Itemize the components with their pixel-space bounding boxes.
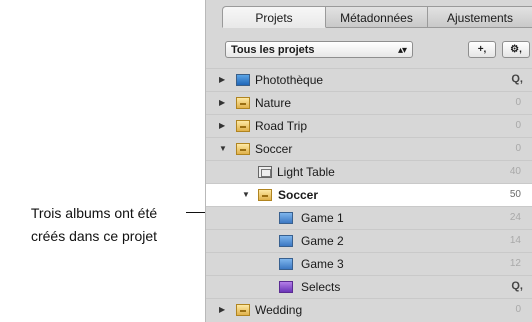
inspector-tabs: Projets Métadonnées Ajustements <box>222 6 532 28</box>
tree-row-game-1[interactable]: Game 1 24 <box>206 206 532 230</box>
annotation-callout: Trois albums ont été créés dans ce proje… <box>4 202 184 248</box>
tree-row-label: Nature <box>255 96 292 110</box>
disclosure-triangle-icon[interactable]: ▶ <box>219 75 225 84</box>
item-count: 40 <box>509 166 521 177</box>
tree-row-label: Soccer <box>255 142 293 156</box>
project-filter-value: Tous les projets <box>231 44 315 56</box>
item-count: 24 <box>509 212 521 223</box>
project-icon <box>236 143 250 155</box>
add-item-button[interactable]: +, <box>468 41 496 58</box>
smart-album-icon <box>279 281 293 293</box>
item-count: 0 <box>515 143 521 154</box>
tree-row-game-3[interactable]: Game 3 12 <box>206 252 532 276</box>
project-icon <box>236 120 250 132</box>
tree-row-label: Photothèque <box>255 73 324 87</box>
project-icon <box>236 97 250 109</box>
tree-row-label: Soccer <box>278 188 319 202</box>
disclosure-triangle-expanded-icon[interactable]: ▼ <box>242 190 250 199</box>
tree-row-label: Game 1 <box>301 211 344 225</box>
disclosure-triangle-icon[interactable]: ▶ <box>219 305 225 314</box>
project-filter-select[interactable]: Tous les projets ▴▾ <box>225 41 413 58</box>
project-icon <box>236 304 250 316</box>
disclosure-triangle-icon[interactable]: ▶ <box>219 121 225 130</box>
annotation-line-1: Trois albums ont été <box>30 205 158 221</box>
search-icon[interactable]: Q, <box>511 280 523 292</box>
tree-row-label: Game 3 <box>301 257 344 271</box>
album-icon <box>279 235 293 247</box>
tab-metadonnees[interactable]: Métadonnées <box>326 6 428 28</box>
updown-arrows-icon: ▴▾ <box>397 45 407 56</box>
item-count: 0 <box>515 97 521 108</box>
item-count: 14 <box>509 235 521 246</box>
item-count: 50 <box>509 189 521 200</box>
annotation-line-2: créés dans ce projet <box>30 228 158 244</box>
tree-row-nature[interactable]: ▶ Nature 0 <box>206 91 532 115</box>
tree-row-label: Selects <box>301 280 341 294</box>
tree-row-label: Game 2 <box>301 234 344 248</box>
tree-row-soccer-folder[interactable]: ▼ Soccer 0 <box>206 137 532 161</box>
library-icon <box>236 74 250 86</box>
tree-row-phototheque[interactable]: ▶ Photothèque Q, <box>206 68 532 92</box>
light-table-icon <box>258 166 272 178</box>
tree-row-label: Light Table <box>277 165 335 179</box>
tree-row-light-table[interactable]: Light Table 40 <box>206 160 532 184</box>
action-gear-button[interactable]: ⚙, <box>502 41 530 58</box>
item-count: 12 <box>509 258 521 269</box>
tab-projets[interactable]: Projets <box>222 6 326 28</box>
album-icon <box>279 212 293 224</box>
tree-row-label: Road Trip <box>255 119 308 133</box>
item-count: 0 <box>515 304 521 315</box>
tree-row-label: Wedding <box>255 303 303 317</box>
tree-row-selects[interactable]: Selects Q, <box>206 275 532 299</box>
tree-row-game-2[interactable]: Game 2 14 <box>206 229 532 253</box>
disclosure-triangle-expanded-icon[interactable]: ▼ <box>219 144 227 153</box>
search-icon[interactable]: Q, <box>511 73 523 85</box>
tree-row-wedding[interactable]: ▶ Wedding 0 <box>206 298 532 322</box>
tree-row-road-trip[interactable]: ▶ Road Trip 0 <box>206 114 532 138</box>
projects-inspector-panel: Projets Métadonnées Ajustements Tous les… <box>205 0 532 322</box>
disclosure-triangle-icon[interactable]: ▶ <box>219 98 225 107</box>
item-count: 0 <box>515 120 521 131</box>
tab-ajustements[interactable]: Ajustements <box>428 6 532 28</box>
album-icon <box>279 258 293 270</box>
project-icon <box>258 189 272 201</box>
tree-row-soccer-project[interactable]: ▼ Soccer 50 <box>206 183 532 207</box>
